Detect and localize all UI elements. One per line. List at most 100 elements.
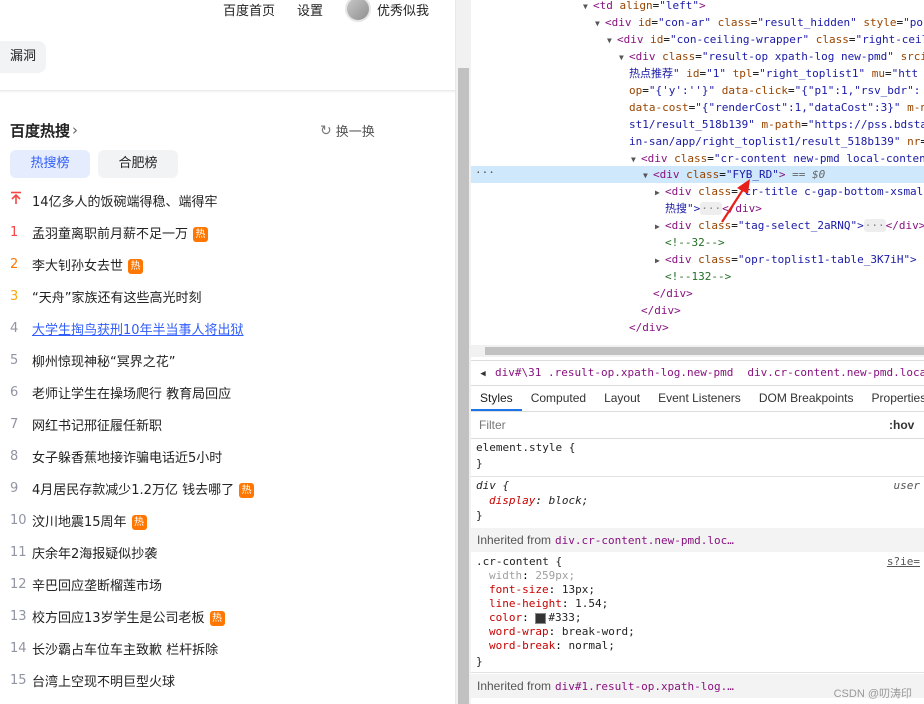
style-declaration[interactable]: line-height: 1.54; (489, 597, 608, 611)
hot-search-link[interactable]: 柳州惊现神秘“冥界之花” (32, 355, 175, 370)
nav-baidu-home-link[interactable]: 百度首页 (223, 0, 275, 19)
rule-source: user (893, 479, 921, 492)
page-scrollbar-thumb[interactable] (458, 68, 469, 704)
hot-search-link[interactable]: 4月居民存款减少1.2万亿 钱去哪了 (32, 483, 234, 498)
breadcrumb-item[interactable]: div#\31 .result-op.xpath-log.new-pmd (495, 366, 733, 379)
tab-styles[interactable]: Styles (471, 387, 522, 411)
refresh-button[interactable]: ↻ 换一换 (320, 121, 375, 141)
dom-node[interactable]: ▼ <td align="left"> (583, 0, 706, 14)
expand-triangle-icon[interactable]: ▶ (655, 252, 665, 269)
hot-search-link[interactable]: 孟羽童离职前月薪不足一万 (32, 227, 188, 242)
dom-node[interactable]: ▶ <div class="tag-select_2aRNQ">···</div> (655, 217, 924, 234)
color-swatch[interactable] (535, 612, 547, 624)
tab-properties[interactable]: Properties (863, 387, 924, 411)
hot-search-link[interactable]: 女子躲香蕉地接诈骗电话近5小时 (32, 451, 222, 466)
dom-attr-line: 热点推荐" id="1" tpl="right_toplist1" mu="ht… (629, 67, 919, 80)
expand-triangle-icon[interactable]: ▼ (643, 167, 653, 184)
rule-close-brace: } (476, 655, 483, 668)
hot-search-link[interactable]: 台湾上空现不明巨型火球 (32, 675, 175, 690)
dom-node[interactable]: ▼ <div class="cr-content new-pmd local-co… (631, 150, 924, 167)
hov-toggle-button[interactable]: :hov (889, 418, 914, 432)
elements-hscrollbar-thumb[interactable] (485, 347, 924, 355)
elements-tree: ▼ <td align="left"> ▼ <div id="con-ar" cla… (471, 0, 924, 345)
rank-number: 7 (10, 416, 19, 432)
nav-settings-link[interactable]: 设置 (297, 0, 323, 19)
dom-node[interactable]: ▶ <div class="opr-toplist1-table_3K7iH"> (655, 251, 917, 268)
dom-node[interactable]: ▼ <div class="result-op xpath-log new-pmd… (619, 48, 924, 65)
hot-search-link[interactable]: 辛巴回应垄断榴莲市场 (32, 579, 162, 594)
style-declaration[interactable]: width: 259px; (489, 569, 575, 583)
dom-comment[interactable]: <!--32--> (665, 234, 725, 251)
tab-layout[interactable]: Layout (595, 387, 649, 411)
hot-search-link[interactable]: 校方回应13岁学生是公司老板 (32, 611, 205, 626)
rule-close-brace: } (476, 509, 483, 522)
hot-search-link[interactable]: 长沙霸占车位车主致歉 栏杆拆除 (32, 643, 218, 658)
dom-node[interactable]: ▶ <div class="cr-title c-gap-bottom-xsmal (655, 183, 923, 200)
caret-left-icon[interactable]: ◀ (471, 362, 495, 385)
rank-number: 3 (10, 288, 19, 304)
rank-number: 10 (10, 512, 27, 528)
collapsed-ellipsis-icon[interactable]: ··· (863, 219, 886, 232)
rule-selector: .cr-content { (476, 555, 563, 568)
dom-attr-line: data-cost="{"renderCost":1,"dataCost":3}… (629, 101, 924, 114)
expand-triangle-icon[interactable]: ▶ (655, 218, 665, 235)
rule-source-link[interactable]: s?ie= (887, 555, 920, 568)
elements-hscrollbar[interactable] (471, 345, 924, 357)
hot-badge: 热 (239, 482, 255, 498)
watermark-text: CSDN @叨涛印 (833, 688, 912, 700)
dom-node[interactable]: ▼ <div id="con-ar" class="result_hidden" … (595, 14, 923, 31)
breadcrumb-item[interactable]: div.cr-content.new-pmd.local-content_ (747, 366, 924, 379)
expand-triangle-icon[interactable]: ▼ (583, 0, 593, 15)
chevron-right-icon[interactable]: › (72, 121, 78, 139)
expand-triangle-icon[interactable]: ▼ (595, 15, 605, 32)
style-declaration[interactable]: font-size: 13px; (489, 583, 595, 597)
tab-event-listeners[interactable]: Event Listeners (649, 387, 750, 411)
hot-search-link[interactable]: 网红书记邢征履任新职 (32, 419, 162, 434)
tab-dom-breakpoints[interactable]: DOM Breakpoints (750, 387, 863, 411)
hot-badge: 热 (128, 258, 144, 274)
avatar[interactable] (344, 0, 371, 22)
hot-search-link[interactable]: 14亿多人的饭碗端得稳、端得牢 (32, 195, 218, 210)
tab-computed[interactable]: Computed (522, 387, 595, 411)
rule-selector: element.style { (476, 441, 576, 454)
inherited-selector-link[interactable]: div#1.result-op.xpath-log.… (555, 680, 734, 693)
dom-comment[interactable]: <!--132--> (665, 268, 731, 285)
selected-dom-node[interactable]: ▼ <div class="FYB_RD"> == $0 (471, 166, 924, 183)
rank-number: 14 (10, 640, 27, 656)
hot-search-link[interactable]: 大学生掏鸟获刑10年半当事人将出狱 (32, 323, 244, 338)
dom-close-tag[interactable]: </div> (653, 285, 693, 302)
hot-search-link[interactable]: 老师让学生在操场爬行 教育局回应 (32, 387, 231, 402)
hot-search-link[interactable]: 汶川地震15周年 (32, 515, 127, 530)
tab-hot-search[interactable]: 热搜榜 (10, 150, 90, 178)
expand-triangle-icon[interactable]: ▶ (655, 184, 665, 201)
expand-triangle-icon[interactable]: ▼ (607, 32, 617, 49)
hot-search-link[interactable]: 李大钊孙女去世 (32, 259, 123, 274)
styles-filter-input[interactable]: Filter (479, 418, 506, 432)
style-declaration[interactable]: display: block; (489, 494, 588, 508)
style-declaration[interactable]: color: #333; (489, 611, 582, 625)
rank-number: 12 (10, 576, 27, 592)
style-rule-cr-content[interactable]: .cr-content { s?ie= width: 259px; font-si… (471, 552, 924, 673)
refresh-icon: ↻ (320, 122, 332, 139)
vulnerability-tag[interactable]: 漏洞 (0, 41, 47, 73)
style-declaration[interactable]: word-wrap: break-word; (489, 625, 635, 639)
style-rule-element[interactable]: element.style { } (471, 438, 924, 477)
expand-triangle-icon[interactable]: ▼ (619, 49, 629, 66)
page-scrollbar[interactable] (455, 0, 471, 704)
hot-search-link[interactable]: “天舟”家族还有这些高光时刻 (32, 291, 201, 306)
dom-node[interactable]: ▼ <div id="con-ceiling-wrapper" class="ri… (607, 31, 924, 48)
rank-number: 6 (10, 384, 19, 400)
inherited-selector-link[interactable]: div.cr-content.new-pmd.loc… (555, 534, 734, 547)
style-rule-div[interactable]: div { user display: block; } (471, 476, 924, 533)
hot-search-link[interactable]: 庆余年2海报疑似抄袭 (32, 547, 157, 562)
collapsed-ellipsis-icon[interactable]: ··· (700, 202, 723, 215)
dom-close-tag[interactable]: </div> (641, 302, 681, 319)
rank-number: 1 (10, 224, 19, 240)
hot-badge: 热 (193, 226, 209, 242)
user-name-link[interactable]: 优秀似我 (377, 0, 429, 19)
node-actions-icon[interactable]: ··· (475, 166, 495, 179)
hot-search-title[interactable]: 百度热搜 (10, 120, 70, 141)
tab-hefei[interactable]: 合肥榜 (98, 150, 178, 178)
style-declaration[interactable]: word-break: normal; (489, 639, 615, 653)
dom-close-tag[interactable]: </div> (629, 319, 669, 336)
